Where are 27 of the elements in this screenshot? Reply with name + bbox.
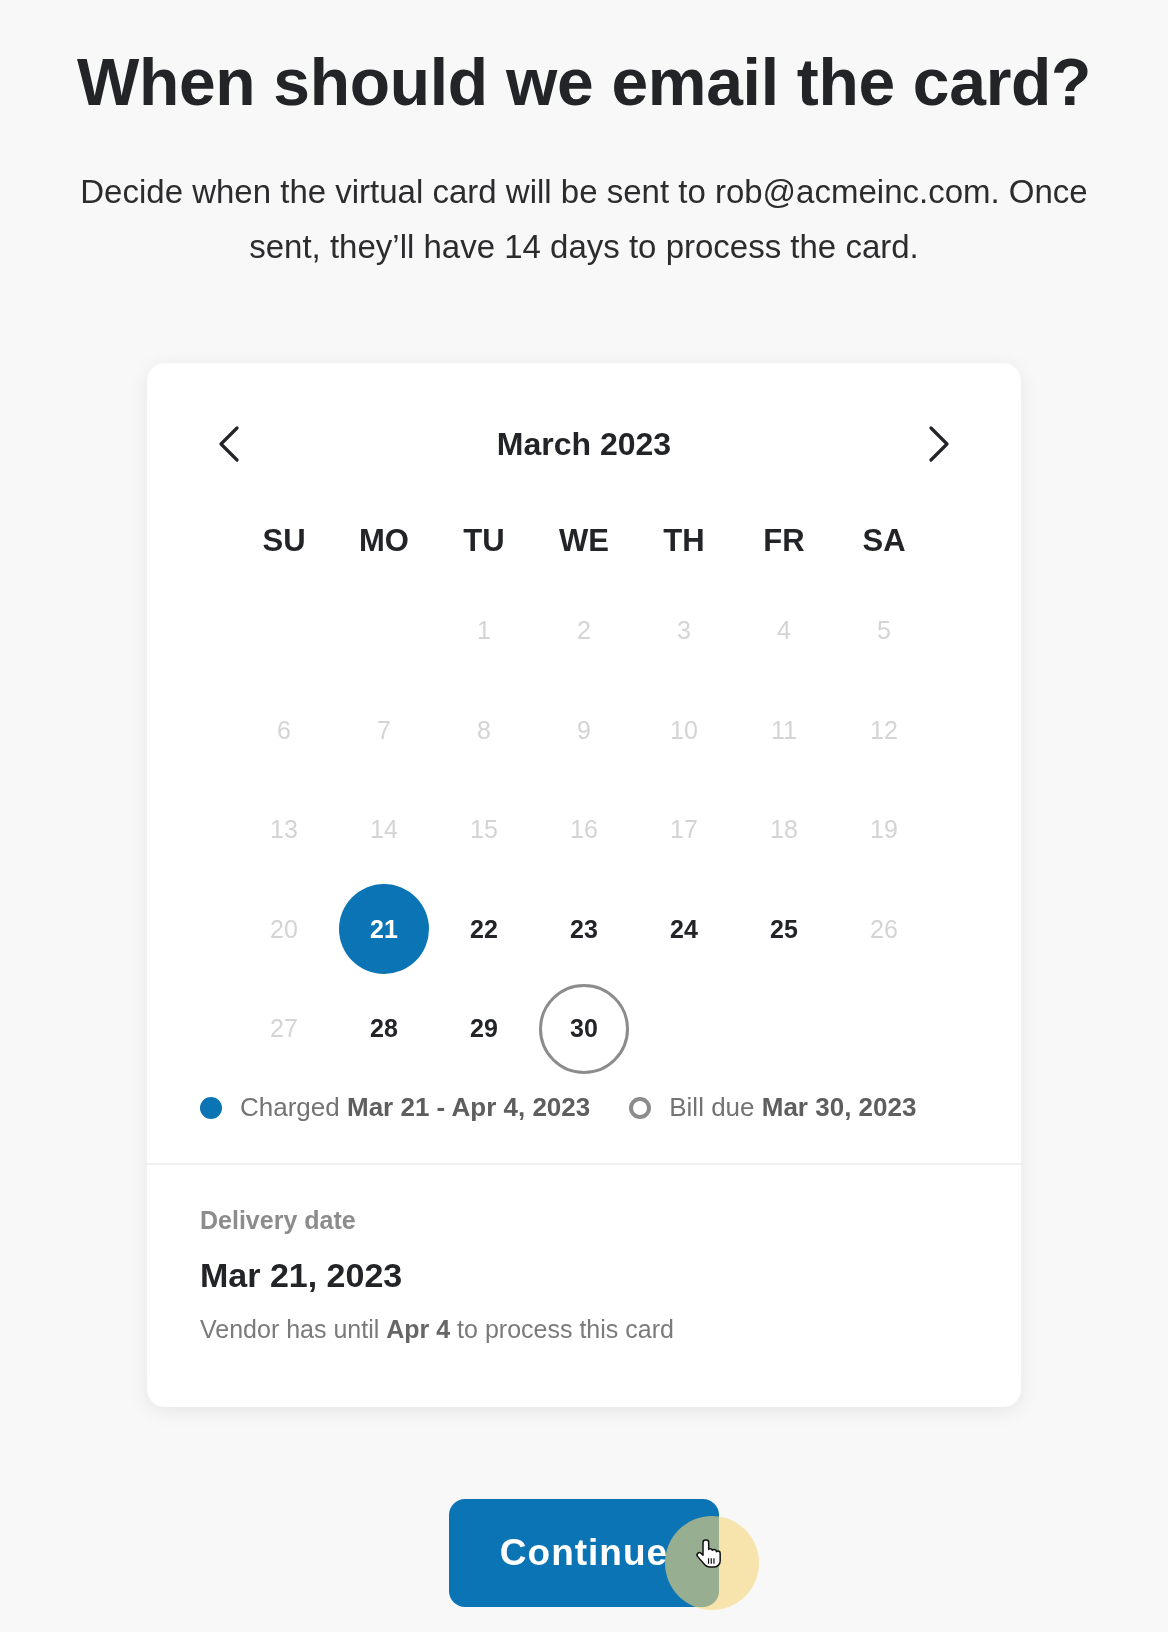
- calendar-day[interactable]: 22: [439, 884, 529, 975]
- weekday-label: MO: [358, 522, 410, 560]
- continue-button[interactable]: Continue: [449, 1498, 719, 1607]
- page-title: When should we email the card?: [76, 44, 1092, 120]
- calendar-day[interactable]: 25: [739, 884, 829, 975]
- legend-text: Bill due Mar 30, 2023: [669, 1092, 917, 1123]
- weekday-label: SU: [261, 522, 307, 560]
- hand-cursor-icon: [665, 1515, 759, 1610]
- delivery-date: Mar 21, 2023: [200, 1254, 404, 1296]
- calendar-day[interactable]: 21: [339, 884, 429, 975]
- weekday-label: TH: [662, 522, 706, 560]
- calendar-day[interactable]: 30: [539, 983, 629, 1074]
- delivery-note: Vendor has until Apr 4 to process this card: [200, 1313, 675, 1345]
- weekday-label: SA: [861, 522, 907, 560]
- calendar-day[interactable]: 24: [639, 884, 729, 975]
- legend-text: Charged Mar 21 - Apr 4, 2023: [240, 1092, 591, 1123]
- delivery-label: Delivery date: [200, 1204, 357, 1236]
- weekday-label: FR: [762, 522, 806, 560]
- page-description: Decide when the virtual card will be sent to rob@acmeinc.com. Once sent, they’ll have 14 days to process the card.: [79, 172, 1089, 267]
- month-title: March 2023: [496, 425, 672, 463]
- chevron-right-icon: [927, 426, 951, 462]
- calendar-day[interactable]: 23: [539, 884, 629, 975]
- weekday-label: WE: [558, 522, 610, 560]
- chevron-left-icon: [217, 426, 241, 462]
- calendar-day[interactable]: 29: [439, 983, 529, 1074]
- weekday-label: TU: [462, 522, 506, 560]
- calendar-day[interactable]: 28: [339, 983, 429, 1074]
